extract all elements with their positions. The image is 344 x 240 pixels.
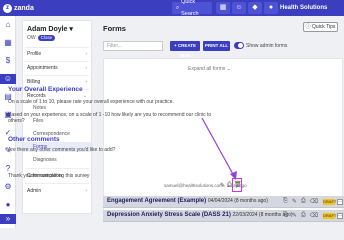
filter-input[interactable]: Filter... bbox=[103, 41, 163, 51]
row-title-text: Depression Anxiety Stress Scale (DASS 21… bbox=[107, 212, 231, 218]
row-actions: ⎘ ✎ ⎙ ⌫ bbox=[283, 198, 318, 205]
client-name-text: Adam Doyle bbox=[27, 26, 68, 33]
more-options-icon[interactable]: ⋯ bbox=[337, 199, 343, 205]
chevron-right-icon: › bbox=[85, 188, 87, 194]
row-date: 04/04/2024 (8 months ago) bbox=[207, 198, 268, 204]
nav-profile[interactable]: Profile › bbox=[23, 49, 91, 59]
divider bbox=[25, 183, 89, 184]
nav-billing-label: Billing bbox=[27, 79, 41, 85]
client-meta: OW Close bbox=[27, 35, 56, 41]
chevron-right-icon: › bbox=[85, 65, 87, 71]
form-question-2: Based on your experience, on a scale of … bbox=[8, 112, 212, 124]
calendar-nav-icon[interactable]: ▦ bbox=[3, 38, 13, 48]
top-bar: z zanda ⌕ Quick Search ▦ ☺ ◆ ● Health So… bbox=[0, 0, 344, 17]
more-options-icon[interactable]: ⋯ bbox=[337, 213, 343, 219]
client-meta-code: OW bbox=[27, 35, 36, 41]
brand[interactable]: z zanda bbox=[3, 2, 34, 14]
nav-appointments-label: Appointments bbox=[27, 65, 58, 71]
form-heading-2: Other comments bbox=[8, 136, 60, 143]
nav-profile-label: Profile bbox=[27, 51, 42, 57]
quick-tips-button[interactable]: ⓘ Quick Tips bbox=[303, 22, 338, 32]
print-icon[interactable]: ⎙ bbox=[301, 212, 306, 219]
form-row-title: Depression Anxiety Stress Scale (DASS 21… bbox=[107, 212, 293, 218]
link-icon[interactable]: ⎘ bbox=[283, 198, 288, 205]
workspace-name: Health Solutions bbox=[280, 5, 328, 11]
collapse-nav-icon[interactable]: » bbox=[0, 214, 16, 224]
quick-search-button[interactable]: ⌕ Quick Search bbox=[172, 0, 212, 17]
chevron-right-icon: › bbox=[85, 51, 87, 57]
profile-nav-icon[interactable]: ● bbox=[3, 200, 13, 210]
messages-icon[interactable]: ● bbox=[264, 2, 278, 14]
form-row[interactable]: Depression Anxiety Stress Scale (DASS 21… bbox=[103, 210, 344, 222]
edit-icon[interactable]: ✎ bbox=[292, 212, 297, 219]
link-icon[interactable]: ⎘ bbox=[283, 212, 288, 219]
expand-all-forms[interactable]: Expand all forms ⌄ bbox=[188, 66, 231, 72]
form-row-title: Engagement Agreement (Example) 04/04/202… bbox=[107, 198, 268, 204]
notifications-icon[interactable]: ◆ bbox=[248, 2, 262, 14]
form-row[interactable]: Engagement Agreement (Example) 04/04/202… bbox=[103, 196, 344, 208]
chevron-down-icon: ⌄ bbox=[226, 66, 231, 72]
workspace-menu[interactable]: Health Solutions bbox=[280, 2, 342, 14]
search-icon: ⌕ bbox=[176, 5, 180, 11]
create-new-button[interactable]: + CREATE NEW bbox=[170, 41, 200, 58]
client-name[interactable]: Adam Doyle ▾ bbox=[27, 25, 73, 33]
edit-icon[interactable]: ✎ bbox=[292, 198, 297, 205]
brand-name: zanda bbox=[14, 4, 34, 12]
draft-badge: DRAFT bbox=[323, 213, 337, 219]
nav-admin[interactable]: Admin › bbox=[23, 186, 91, 196]
app-root: z zanda ⌕ Quick Search ▦ ☺ ◆ ● Health So… bbox=[0, 0, 344, 228]
form-body: Your Overall Experience On a scale of 1 … bbox=[8, 86, 228, 179]
calendar-icon[interactable]: ▦ bbox=[216, 2, 230, 14]
form-question-3: Are there any other comments you'd like … bbox=[8, 147, 116, 153]
trash-icon[interactable]: ⌫ bbox=[310, 198, 318, 205]
divider bbox=[25, 47, 89, 48]
info-icon: ⓘ bbox=[305, 24, 311, 30]
settings-nav-icon[interactable]: ⚙ bbox=[3, 182, 13, 192]
print-icon[interactable]: ⎙ bbox=[301, 198, 306, 205]
zanda-logo-icon: z bbox=[3, 3, 12, 13]
quick-search-label: Quick Search bbox=[181, 0, 199, 17]
trash-icon[interactable]: ⌫ bbox=[310, 212, 318, 219]
divider bbox=[25, 61, 89, 62]
billing-nav-icon[interactable]: $ bbox=[3, 56, 13, 66]
form-question-1: On a scale of 1 to 10, please rate your … bbox=[8, 99, 174, 105]
draft-badge: DRAFT bbox=[323, 199, 337, 205]
divider bbox=[25, 75, 89, 76]
expand-all-label: Expand all forms bbox=[188, 66, 226, 72]
home-icon[interactable]: ⌂ bbox=[3, 20, 13, 30]
form-heading: Your Overall Experience bbox=[8, 86, 83, 93]
show-admin-label: Show admin forms bbox=[246, 43, 288, 49]
clients-nav-icon[interactable]: ☺ bbox=[0, 74, 16, 84]
row-title-text: Engagement Agreement (Example) bbox=[107, 198, 207, 204]
users-icon[interactable]: ☺ bbox=[232, 2, 246, 14]
quick-tips-label: Quick Tips bbox=[312, 24, 336, 30]
nav-appointments[interactable]: Appointments › bbox=[23, 63, 91, 73]
print-all-button[interactable]: PRINT ALL bbox=[203, 41, 230, 51]
page-title: Forms bbox=[103, 24, 126, 33]
form-thanks: Thank you for completing this survey bbox=[8, 173, 90, 179]
nav-admin-label: Admin bbox=[27, 188, 42, 194]
row-actions: ⎘ ✎ ⎙ ⌫ bbox=[283, 212, 318, 219]
annotation-arrow bbox=[201, 117, 237, 180]
client-status-badge[interactable]: Close bbox=[37, 35, 56, 41]
show-admin-toggle[interactable] bbox=[234, 42, 244, 49]
